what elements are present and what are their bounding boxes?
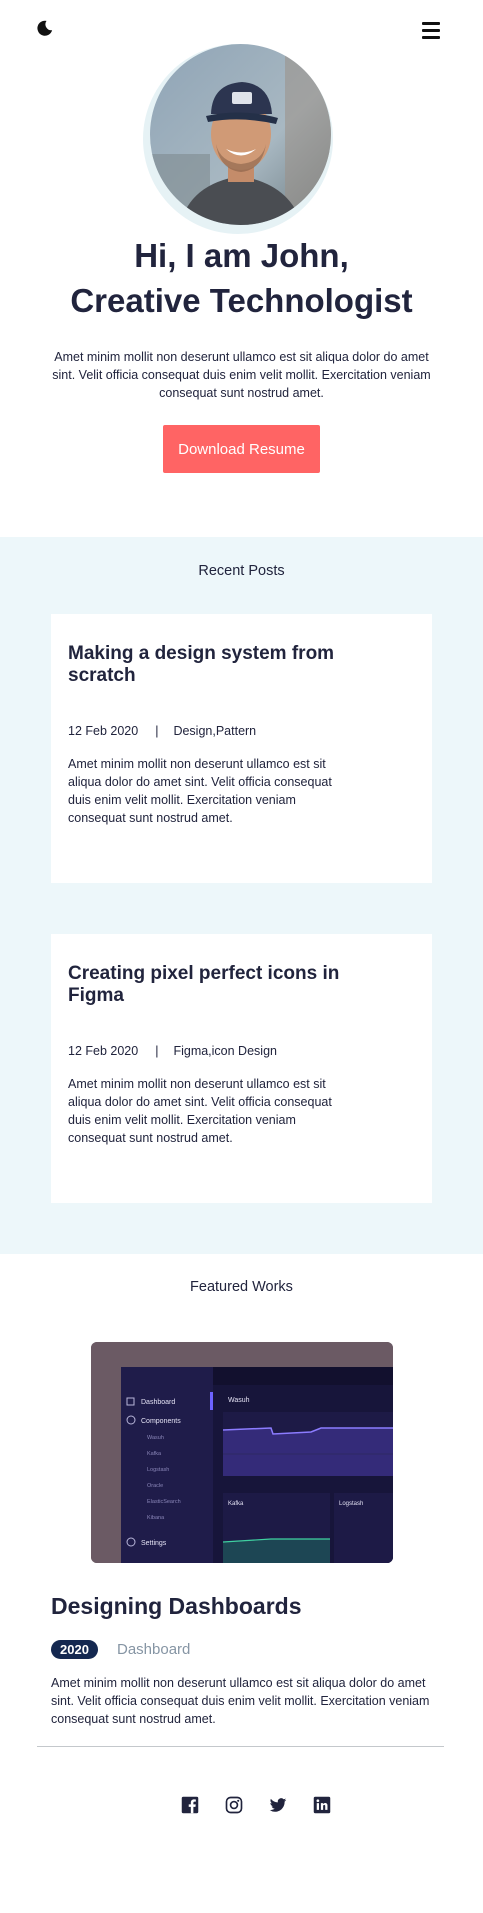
post-meta: 12 Feb 2020 | Figma,icon Design bbox=[68, 1044, 277, 1058]
download-resume-button[interactable]: Download Resume bbox=[163, 425, 320, 473]
work-thumbnail[interactable]: Dashboard Components Wasuh Kafka Logstas… bbox=[91, 1342, 393, 1563]
thumb-nav-dashboard: Dashboard bbox=[141, 1399, 175, 1406]
thumb-nav-item: ElasticSearch bbox=[147, 1499, 181, 1505]
hero-title-line-1: Hi, I am John, bbox=[134, 237, 349, 274]
linkedin-icon[interactable] bbox=[313, 1796, 331, 1814]
thumb-nav-item: Oracle bbox=[147, 1483, 163, 1489]
meta-separator: | bbox=[155, 724, 159, 738]
post-meta: 12 Feb 2020 | Design,Pattern bbox=[68, 724, 256, 738]
hero-title: Hi, I am John, Creative Technologist bbox=[0, 233, 483, 323]
thumb-nav-item: Kafka bbox=[147, 1451, 162, 1457]
thumb-nav-item: Wasuh bbox=[147, 1435, 164, 1441]
moon-icon[interactable] bbox=[36, 19, 54, 37]
avatar bbox=[150, 44, 331, 225]
thumb-nav-item: Kibana bbox=[147, 1515, 165, 1521]
thumb-nav-settings: Settings bbox=[141, 1540, 167, 1547]
work-description: Amet minim mollit non deserunt ullamco e… bbox=[51, 1676, 430, 1726]
post-excerpt: Amet minim mollit non deserunt ullamco e… bbox=[68, 757, 332, 825]
post-date: 12 Feb 2020 bbox=[68, 724, 139, 738]
recent-posts-section: Recent Posts Making a design system from… bbox=[0, 537, 483, 1254]
thumb-panel-title: Kafka bbox=[228, 1501, 244, 1507]
thumb-panel-title: Logstash bbox=[339, 1501, 363, 1507]
recent-posts-heading: Recent Posts bbox=[198, 563, 285, 579]
post-card[interactable]: Creating pixel perfect icons in Figma 12… bbox=[51, 934, 432, 1203]
instagram-icon[interactable] bbox=[225, 1796, 243, 1814]
facebook-icon[interactable] bbox=[181, 1796, 199, 1814]
post-date: 12 Feb 2020 bbox=[68, 1044, 139, 1058]
post-title[interactable]: Creating pixel perfect icons in Figma bbox=[68, 963, 368, 1007]
featured-works-heading: Featured Works bbox=[190, 1279, 293, 1295]
hero-intro: Amet minim mollit non deserunt ullamco e… bbox=[52, 350, 431, 400]
thumb-nav-components: Components bbox=[141, 1418, 181, 1425]
hamburger-menu-icon[interactable] bbox=[422, 22, 442, 40]
meta-separator: | bbox=[155, 1044, 159, 1058]
thumb-panel-title: Wasuh bbox=[228, 1397, 250, 1404]
divider bbox=[37, 1746, 444, 1747]
thumb-nav-item: Logstash bbox=[147, 1467, 169, 1473]
post-tags: Design,Pattern bbox=[173, 724, 257, 738]
post-tags: Figma,icon Design bbox=[173, 1044, 277, 1058]
hero-title-line-2: Creative Technologist bbox=[70, 282, 413, 319]
post-card[interactable]: Making a design system from scratch 12 F… bbox=[51, 614, 432, 883]
post-title[interactable]: Making a design system from scratch bbox=[68, 643, 368, 687]
twitter-icon[interactable] bbox=[269, 1796, 287, 1814]
work-category: Dashboard bbox=[117, 1641, 191, 1658]
year-badge: 2020 bbox=[51, 1640, 98, 1659]
post-excerpt: Amet minim mollit non deserunt ullamco e… bbox=[68, 1077, 332, 1145]
work-title[interactable]: Designing Dashboards bbox=[51, 1593, 301, 1620]
